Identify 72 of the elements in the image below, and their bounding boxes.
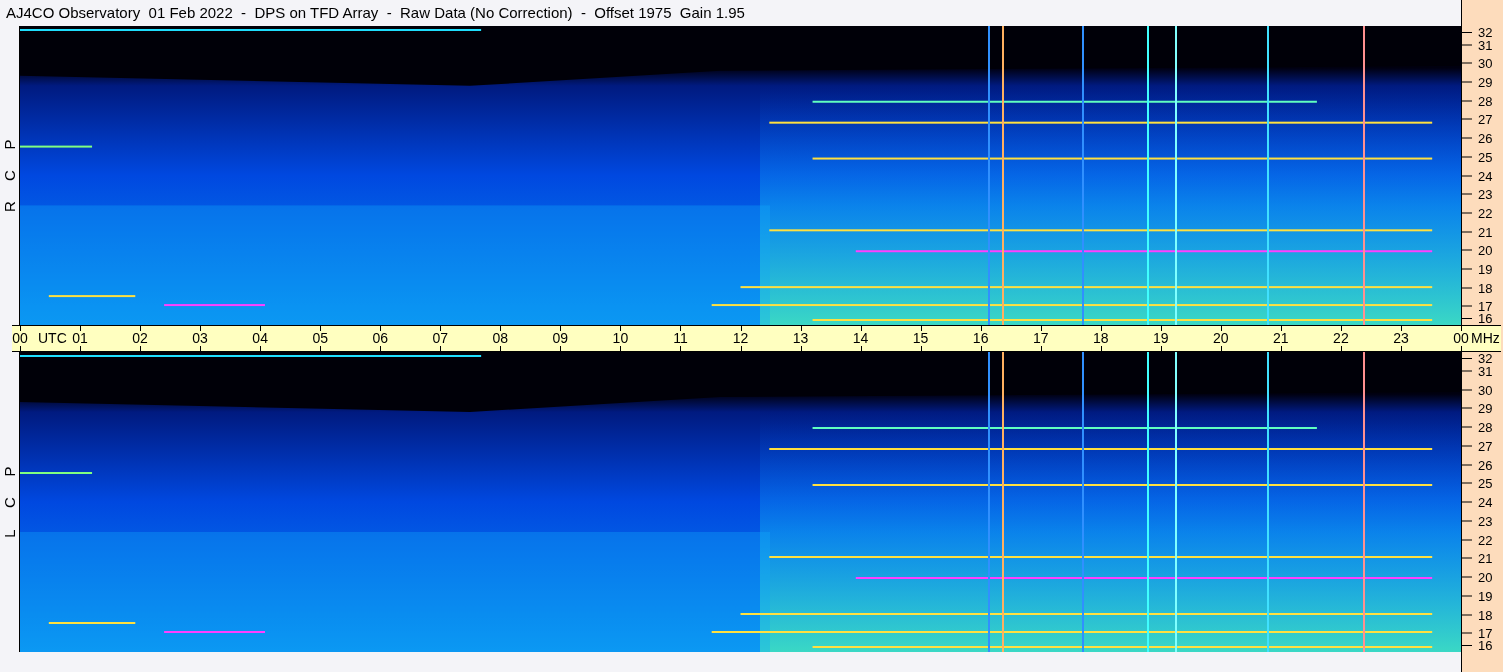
frequency-label: 23 (1478, 514, 1493, 528)
time-zone-label: UTC (38, 331, 67, 345)
tick-mark (1461, 32, 1472, 33)
frequency-label: 18 (1478, 608, 1493, 621)
polarization-letter: P (2, 139, 17, 150)
frequency-label: 25 (1478, 476, 1493, 490)
frequency-label: 24 (1478, 169, 1493, 182)
tick-mark (1461, 358, 1472, 359)
hour-label: 01 (72, 331, 88, 345)
hour-label: 02 (132, 331, 148, 345)
frequency-label: 16 (1478, 639, 1493, 652)
unit-label: MHz (1471, 331, 1500, 345)
hour-label: 05 (312, 331, 328, 345)
hour-label: 20 (1213, 331, 1229, 345)
polarization-letter: L (2, 528, 17, 538)
frequency-label: 32 (1478, 26, 1493, 39)
hour-label: 07 (432, 331, 449, 345)
frequency-label: 29 (1478, 75, 1493, 89)
polarization-letter: C (2, 496, 17, 508)
frequency-label: 28 (1478, 420, 1493, 434)
frequency-label: 22 (1478, 533, 1493, 546)
frequency-label: 27 (1478, 112, 1493, 126)
frequency-label: 20 (1478, 243, 1493, 257)
frequency-label: 19 (1478, 262, 1493, 276)
hour-label: 09 (552, 331, 569, 345)
hour-label: 19 (1153, 331, 1169, 345)
frequency-label: 16 (1478, 312, 1493, 325)
hour-label: 00 (1453, 331, 1469, 345)
tick-mark (1461, 645, 1472, 646)
hour-label: 03 (192, 331, 208, 345)
hour-label: 14 (852, 331, 869, 345)
hour-label: 17 (1032, 331, 1049, 345)
hour-label: 10 (612, 331, 629, 345)
frequency-label: 22 (1478, 206, 1493, 220)
hour-label: 11 (673, 331, 688, 345)
frequency-label: 20 (1478, 570, 1493, 584)
frequency-label: 24 (1478, 495, 1493, 509)
frequency-label: 26 (1478, 458, 1493, 471)
hour-label: 06 (372, 331, 389, 345)
frequency-label: 29 (1478, 401, 1493, 415)
hour-label: 15 (912, 331, 929, 345)
frequency-label: 28 (1478, 94, 1493, 108)
frequency-label: 21 (1478, 225, 1493, 239)
frequency-label: 27 (1478, 439, 1493, 453)
frequency-label: 21 (1478, 551, 1493, 565)
polarization-letter: R (2, 201, 17, 212)
polarization-letter: C (2, 170, 17, 181)
hour-label: 23 (1393, 331, 1409, 345)
hour-label: 18 (1092, 331, 1109, 345)
hour-label: 08 (492, 331, 509, 345)
frequency-label: 25 (1478, 150, 1493, 164)
hour-label: 16 (972, 331, 989, 345)
tick-mark (1461, 318, 1472, 319)
frequency-label: 31 (1478, 364, 1493, 378)
hour-label: 04 (252, 331, 268, 345)
frequency-label: 32 (1478, 352, 1493, 365)
frequency-label: 26 (1478, 131, 1493, 145)
frequency-label: 30 (1478, 383, 1493, 396)
chart-title: AJ4CO Observatory 01 Feb 2022 - DPS on TFD Array - Raw Data (No Correction) - Offset 1975 Gain 1.95 (6, 2, 745, 23)
frequency-label: 31 (1478, 38, 1493, 52)
hour-label: 00 (12, 331, 28, 345)
frequency-label: 23 (1478, 187, 1493, 201)
hour-label: 22 (1333, 331, 1349, 345)
frequency-label: 17 (1478, 299, 1493, 313)
frequency-label: 19 (1478, 589, 1493, 603)
hour-label: 13 (792, 331, 809, 345)
polarization-letter: P (2, 466, 17, 476)
frequency-label: 30 (1478, 56, 1493, 70)
frequency-label: 17 (1478, 626, 1493, 640)
frequency-label: 18 (1478, 281, 1493, 295)
hour-label: 21 (1273, 331, 1289, 345)
hour-label: 12 (732, 331, 749, 345)
